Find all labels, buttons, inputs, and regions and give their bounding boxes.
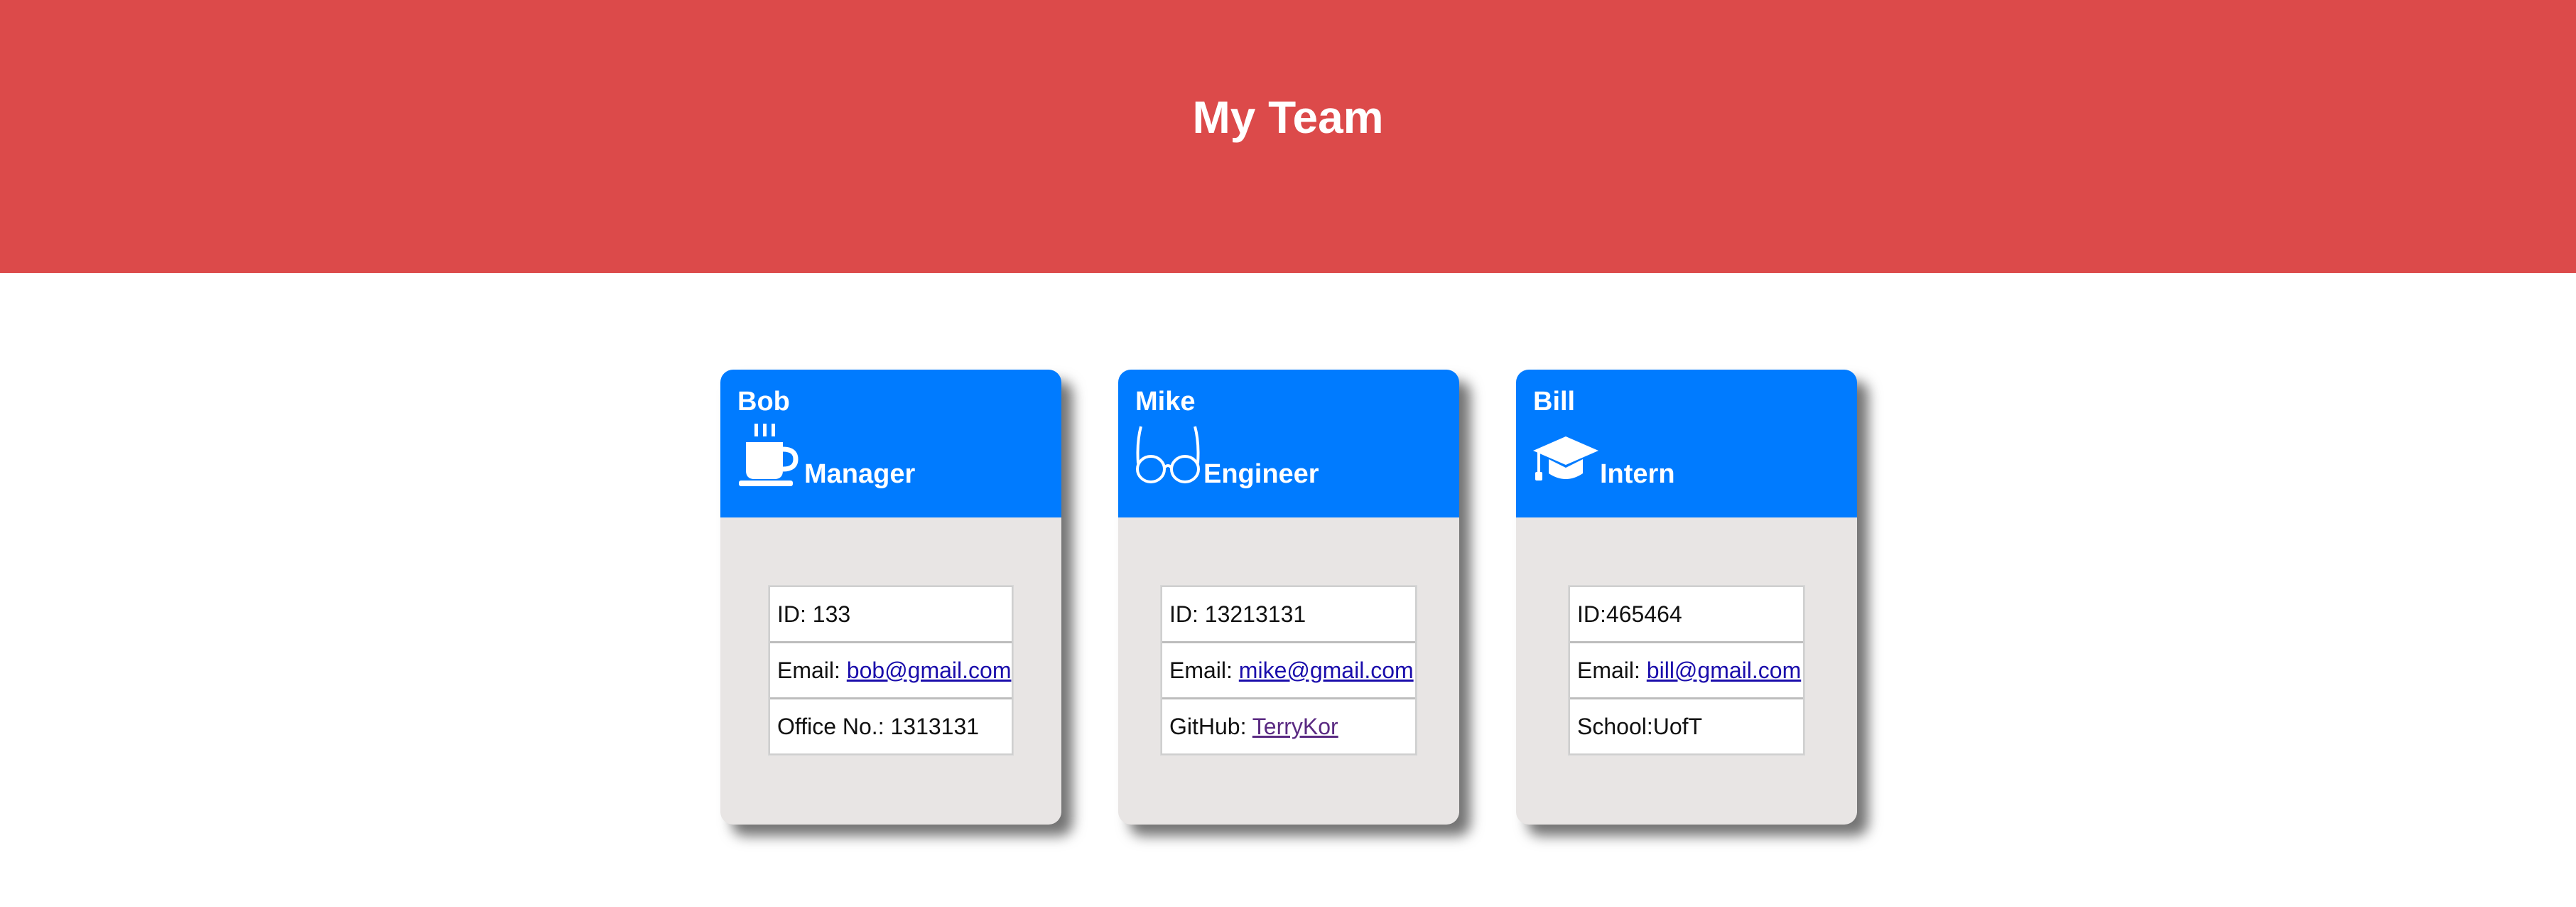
employee-role: Intern: [1600, 459, 1675, 489]
email-row: Email: mike@gmail.com: [1162, 641, 1415, 697]
card-header: Mike Engineer: [1118, 370, 1459, 517]
info-list: ID:465464 Email: bill@gmail.com School:U…: [1569, 586, 1804, 755]
team-card-engineer: Mike Engineer ID: 13213131 Email: mike@g…: [1118, 370, 1459, 825]
email-link[interactable]: mike@gmail.com: [1239, 658, 1414, 683]
office-number-row: Office No.: 1313131: [770, 697, 1012, 753]
info-list: ID: 133 Email: bob@gmail.com Office No.:…: [769, 586, 1013, 755]
team-card-intern: Bill Intern ID:465464 Email: bill@gmail.…: [1516, 370, 1857, 825]
glasses-icon: [1136, 426, 1200, 483]
employee-name: Bob: [737, 387, 790, 417]
page-header: My Team: [0, 0, 2576, 273]
email-link[interactable]: bob@gmail.com: [847, 658, 1012, 683]
employee-name: Bill: [1533, 387, 1576, 417]
id-row: ID: 13213131: [1169, 601, 1306, 627]
email-link[interactable]: bill@gmail.com: [1647, 658, 1801, 683]
email-row: Email: bob@gmail.com: [770, 641, 1012, 697]
employee-role: Manager: [804, 459, 916, 489]
employee-role: Engineer: [1203, 459, 1319, 489]
coffee-cup-icon: [739, 424, 799, 486]
page-title: My Team: [1192, 92, 1384, 143]
github-row: GitHub: TerryKor: [1162, 697, 1415, 753]
info-list: ID: 13213131 Email: mike@gmail.com GitHu…: [1161, 586, 1417, 755]
github-link[interactable]: TerryKor: [1252, 714, 1338, 739]
id-row: ID: 133: [777, 601, 851, 627]
email-row: Email: bill@gmail.com: [1570, 641, 1803, 697]
school-row: School:UofT: [1570, 697, 1803, 753]
id-row: ID:465464: [1577, 601, 1682, 627]
card-header: Bill Intern: [1516, 370, 1857, 517]
graduation-cap-icon: [1533, 436, 1598, 481]
employee-name: Mike: [1135, 387, 1196, 417]
team-card-manager: Bob Manager ID: 133 Email: bob@gmail.com…: [720, 370, 1061, 825]
card-header: Bob Manager: [720, 370, 1061, 517]
